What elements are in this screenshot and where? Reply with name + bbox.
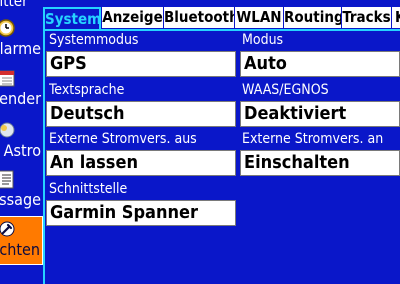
tab-tracks[interactable]: Tracks	[342, 7, 391, 28]
sidebar-item-label: Schlichten	[0, 240, 40, 259]
sidebar-item-message[interactable]: Message	[0, 167, 43, 216]
wrench-icon	[0, 219, 17, 239]
sidebar-item-label: Alarme	[0, 39, 41, 58]
field-label-textsprache: Textsprache	[49, 82, 125, 98]
sidebar-item-label: Astro	[3, 141, 41, 160]
modus-field[interactable]: Auto	[240, 51, 400, 77]
sidebar-item-astro[interactable]: Astro	[0, 118, 43, 167]
tab-wlan[interactable]: WLAN	[235, 7, 283, 28]
sidebar: Gitter Alarme	[0, 0, 43, 284]
sun-moon-icon	[0, 120, 16, 140]
waas-egnos-field[interactable]: Deaktiviert	[240, 101, 400, 127]
field-label-systemmodus: Systemmodus	[49, 32, 139, 48]
calendar-icon	[0, 68, 16, 88]
textsprache-field[interactable]: Deutsch	[46, 101, 236, 127]
tab-system[interactable]: System	[43, 7, 101, 29]
sidebar-item-kalender[interactable]: Kalender	[0, 66, 43, 115]
stromvers-an-field[interactable]: Einschalten	[240, 150, 400, 176]
settings-tabbar: System Anzeige Bluetooth WLAN Routing Tr…	[43, 7, 400, 29]
document-icon	[0, 169, 16, 189]
tab-anzeige[interactable]: Anzeige	[102, 7, 163, 28]
sidebar-header: Gitter	[0, 0, 28, 10]
field-label-schnittstelle: Schnittstelle	[49, 181, 128, 197]
sidebar-item-label: Kalender	[0, 89, 41, 108]
stromvers-aus-field[interactable]: An lassen	[46, 150, 236, 176]
sidebar-item-schlichten[interactable]: Schlichten	[0, 216, 43, 265]
field-label-stromvers-an: Externe Stromvers. an	[242, 131, 384, 147]
tab-bluetooth[interactable]: Bluetooth	[164, 7, 234, 28]
sidebar-item-alarme[interactable]: Alarme	[0, 16, 43, 65]
tab-more[interactable]: K	[392, 7, 400, 28]
garmin-settings-screen: Gitter Alarme	[0, 0, 400, 284]
field-label-stromvers-aus: Externe Stromvers. aus	[49, 131, 197, 147]
schnittstelle-field[interactable]: Garmin Spanner	[46, 200, 236, 226]
systemmodus-field[interactable]: GPS	[46, 51, 236, 77]
field-label-modus: Modus	[242, 32, 284, 48]
field-label-waas-egnos: WAAS/EGNOS	[242, 82, 329, 98]
alarm-clock-icon	[0, 18, 16, 38]
sidebar-item-label: Message	[0, 190, 41, 209]
tab-routing[interactable]: Routing	[284, 7, 341, 28]
